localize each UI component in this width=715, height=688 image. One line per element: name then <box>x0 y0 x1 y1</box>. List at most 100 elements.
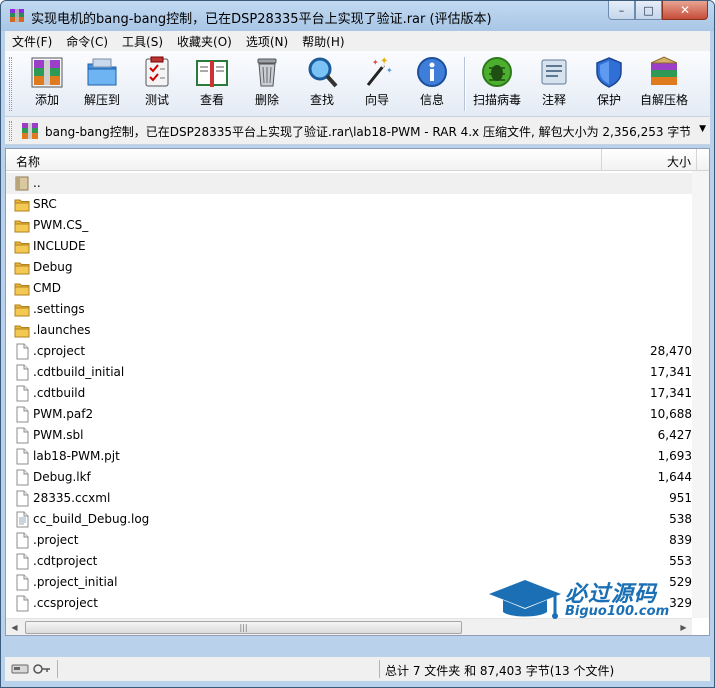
title-bar[interactable]: 实现电机的bang-bang控制，已在DSP28335平台上实现了验证.rar … <box>1 1 714 31</box>
file-row[interactable]: 28335.ccxml 951 <box>6 488 692 509</box>
address-path[interactable]: bang-bang控制，已在DSP28335平台上实现了验证.rar\lab18… <box>45 123 690 140</box>
info-icon <box>417 57 447 87</box>
file-row[interactable]: PWM.sbl 6,427 <box>6 425 692 446</box>
file-row[interactable]: .cdtbuild_initial 17,341 <box>6 362 692 383</box>
file-size: 839 <box>669 533 692 547</box>
parent-folder-row[interactable]: .. <box>6 173 692 194</box>
menu-tools[interactable]: 工具(S) <box>115 33 170 50</box>
archive-up-icon[interactable] <box>19 120 41 142</box>
sfx-icon <box>650 56 678 85</box>
graduation-cap-icon <box>489 580 561 619</box>
file-name: PWM.CS_ <box>33 218 89 232</box>
file-name: .cdtbuild_initial <box>33 365 125 379</box>
file-row[interactable]: .launches <box>6 320 692 341</box>
file-row[interactable]: lab18-PWM.pjt 1,693 <box>6 446 692 467</box>
find-button[interactable]: 查找 <box>297 55 347 113</box>
file-icon <box>14 574 30 591</box>
menu-commands[interactable]: 命令(C) <box>59 33 115 50</box>
wizard-icon: ✦ ✦ ✦ <box>366 56 393 86</box>
column-name-header[interactable]: 名称 <box>16 153 40 170</box>
virus-scan-label: 扫描病毒 <box>472 93 521 107</box>
find-icon <box>308 57 338 88</box>
file-row[interactable]: .cdtbuild 17,341 <box>6 383 692 404</box>
file-name: lab18-PWM.pjt <box>33 449 120 463</box>
menu-favorites[interactable]: 收藏夹(O) <box>170 33 239 50</box>
info-button[interactable]: 信息 <box>407 55 457 113</box>
vertical-scroll-area <box>692 171 709 618</box>
file-icon <box>14 427 30 444</box>
watermark-logo: 必过源码 Biguo100.com <box>487 574 687 628</box>
status-summary: 总计 7 文件夹 和 87,403 字节(13 个文件) <box>385 664 615 678</box>
delete-button[interactable]: 删除 <box>242 55 292 113</box>
wizard-button[interactable]: ✦ ✦ ✦ 向导 <box>352 55 402 113</box>
svg-text:✦: ✦ <box>386 66 393 75</box>
file-icon <box>14 532 30 549</box>
file-row[interactable]: cc_build_Debug.log 538 <box>6 509 692 530</box>
file-row[interactable]: SRC <box>6 194 692 215</box>
file-row[interactable]: PWM.paf2 10,688 <box>6 404 692 425</box>
status-divider <box>57 660 58 678</box>
file-size: 17,341 <box>650 386 692 400</box>
menu-file[interactable]: 文件(F) <box>5 33 59 50</box>
file-row[interactable]: Debug <box>6 257 692 278</box>
file-icon <box>14 406 30 423</box>
folder-icon <box>14 196 30 213</box>
list-header: 名称 大小 <box>6 149 709 171</box>
status-bar: 总计 7 文件夹 和 87,403 字节(13 个文件) <box>5 657 710 681</box>
file-row[interactable]: .cdtproject 553 <box>6 551 692 572</box>
extract-to-button[interactable]: 解压到 <box>77 55 127 113</box>
minimize-button[interactable]: – <box>608 1 635 20</box>
view-button[interactable]: 查看 <box>187 55 237 113</box>
file-size: 951 <box>669 491 692 505</box>
comment-icon <box>541 59 567 85</box>
protect-label: 保护 <box>596 93 621 107</box>
comment-label: 注释 <box>541 93 566 107</box>
delete-label: 删除 <box>254 93 279 107</box>
file-name: PWM.sbl <box>33 428 84 442</box>
file-name: INCLUDE <box>33 239 86 253</box>
protect-button[interactable]: 保护 <box>584 55 634 113</box>
toolbar: 添加 解压到 测试 查看 删除 查找 ✦ ✦ ✦ 向导 信息 扫描病毒 注释 保… <box>5 51 710 117</box>
file-icon <box>14 553 30 570</box>
add-button[interactable]: 添加 <box>22 55 72 113</box>
file-row[interactable]: PWM.CS_ <box>6 215 692 236</box>
file-row[interactable]: .project 839 <box>6 530 692 551</box>
file-row[interactable]: INCLUDE <box>6 236 692 257</box>
parent-folder-icon <box>14 175 30 192</box>
menu-options[interactable]: 选项(N) <box>239 33 295 50</box>
comment-button[interactable]: 注释 <box>529 55 579 113</box>
file-size: 6,427 <box>657 428 692 442</box>
toolbar-grip[interactable] <box>9 57 12 111</box>
folder-icon <box>14 259 30 276</box>
file-rows: .. SRC PWM.CS_ INCLUDE Debug CMD .settings .lau… <box>6 173 692 614</box>
virus-scan-icon <box>482 57 512 87</box>
maximize-button[interactable]: □ <box>635 1 662 20</box>
file-row[interactable]: CMD <box>6 278 692 299</box>
menu-help[interactable]: 帮助(H) <box>295 33 351 50</box>
file-size: 17,341 <box>650 365 692 379</box>
file-row[interactable]: .cproject 28,470 <box>6 341 692 362</box>
file-row[interactable]: Debug.lkf 1,644 <box>6 467 692 488</box>
file-name: Debug <box>33 260 73 274</box>
file-list: 名称 大小 .. SRC PWM.CS_ INCLUDE Debug CMD .settin… <box>5 148 710 636</box>
horizontal-scroll-thumb[interactable]: ||| <box>25 621 462 634</box>
file-size: 28,470 <box>650 344 692 358</box>
file-size: 1,644 <box>657 470 692 484</box>
test-button[interactable]: 测试 <box>132 55 182 113</box>
test-label: 测试 <box>144 93 169 107</box>
virus-scan-button[interactable]: 扫描病毒 <box>472 55 522 113</box>
address-dropdown-icon[interactable]: ▼ <box>699 124 706 134</box>
scroll-left-icon[interactable]: ◀ <box>6 619 23 635</box>
folder-icon <box>14 217 30 234</box>
column-divider[interactable] <box>601 149 602 171</box>
column-size-header[interactable]: 大小 <box>667 153 691 170</box>
drive-key-icon[interactable] <box>11 662 51 676</box>
winrar-window: 实现电机的bang-bang控制，已在DSP28335平台上实现了验证.rar … <box>0 0 715 688</box>
sfx-button[interactable]: 自解压格 <box>639 55 689 113</box>
file-name: .cproject <box>33 344 86 358</box>
close-button[interactable]: ✕ <box>662 1 708 20</box>
file-name: .. <box>33 176 41 190</box>
file-row[interactable]: .settings <box>6 299 692 320</box>
address-grip[interactable] <box>9 121 12 141</box>
file-name: .ccsproject <box>33 596 98 610</box>
